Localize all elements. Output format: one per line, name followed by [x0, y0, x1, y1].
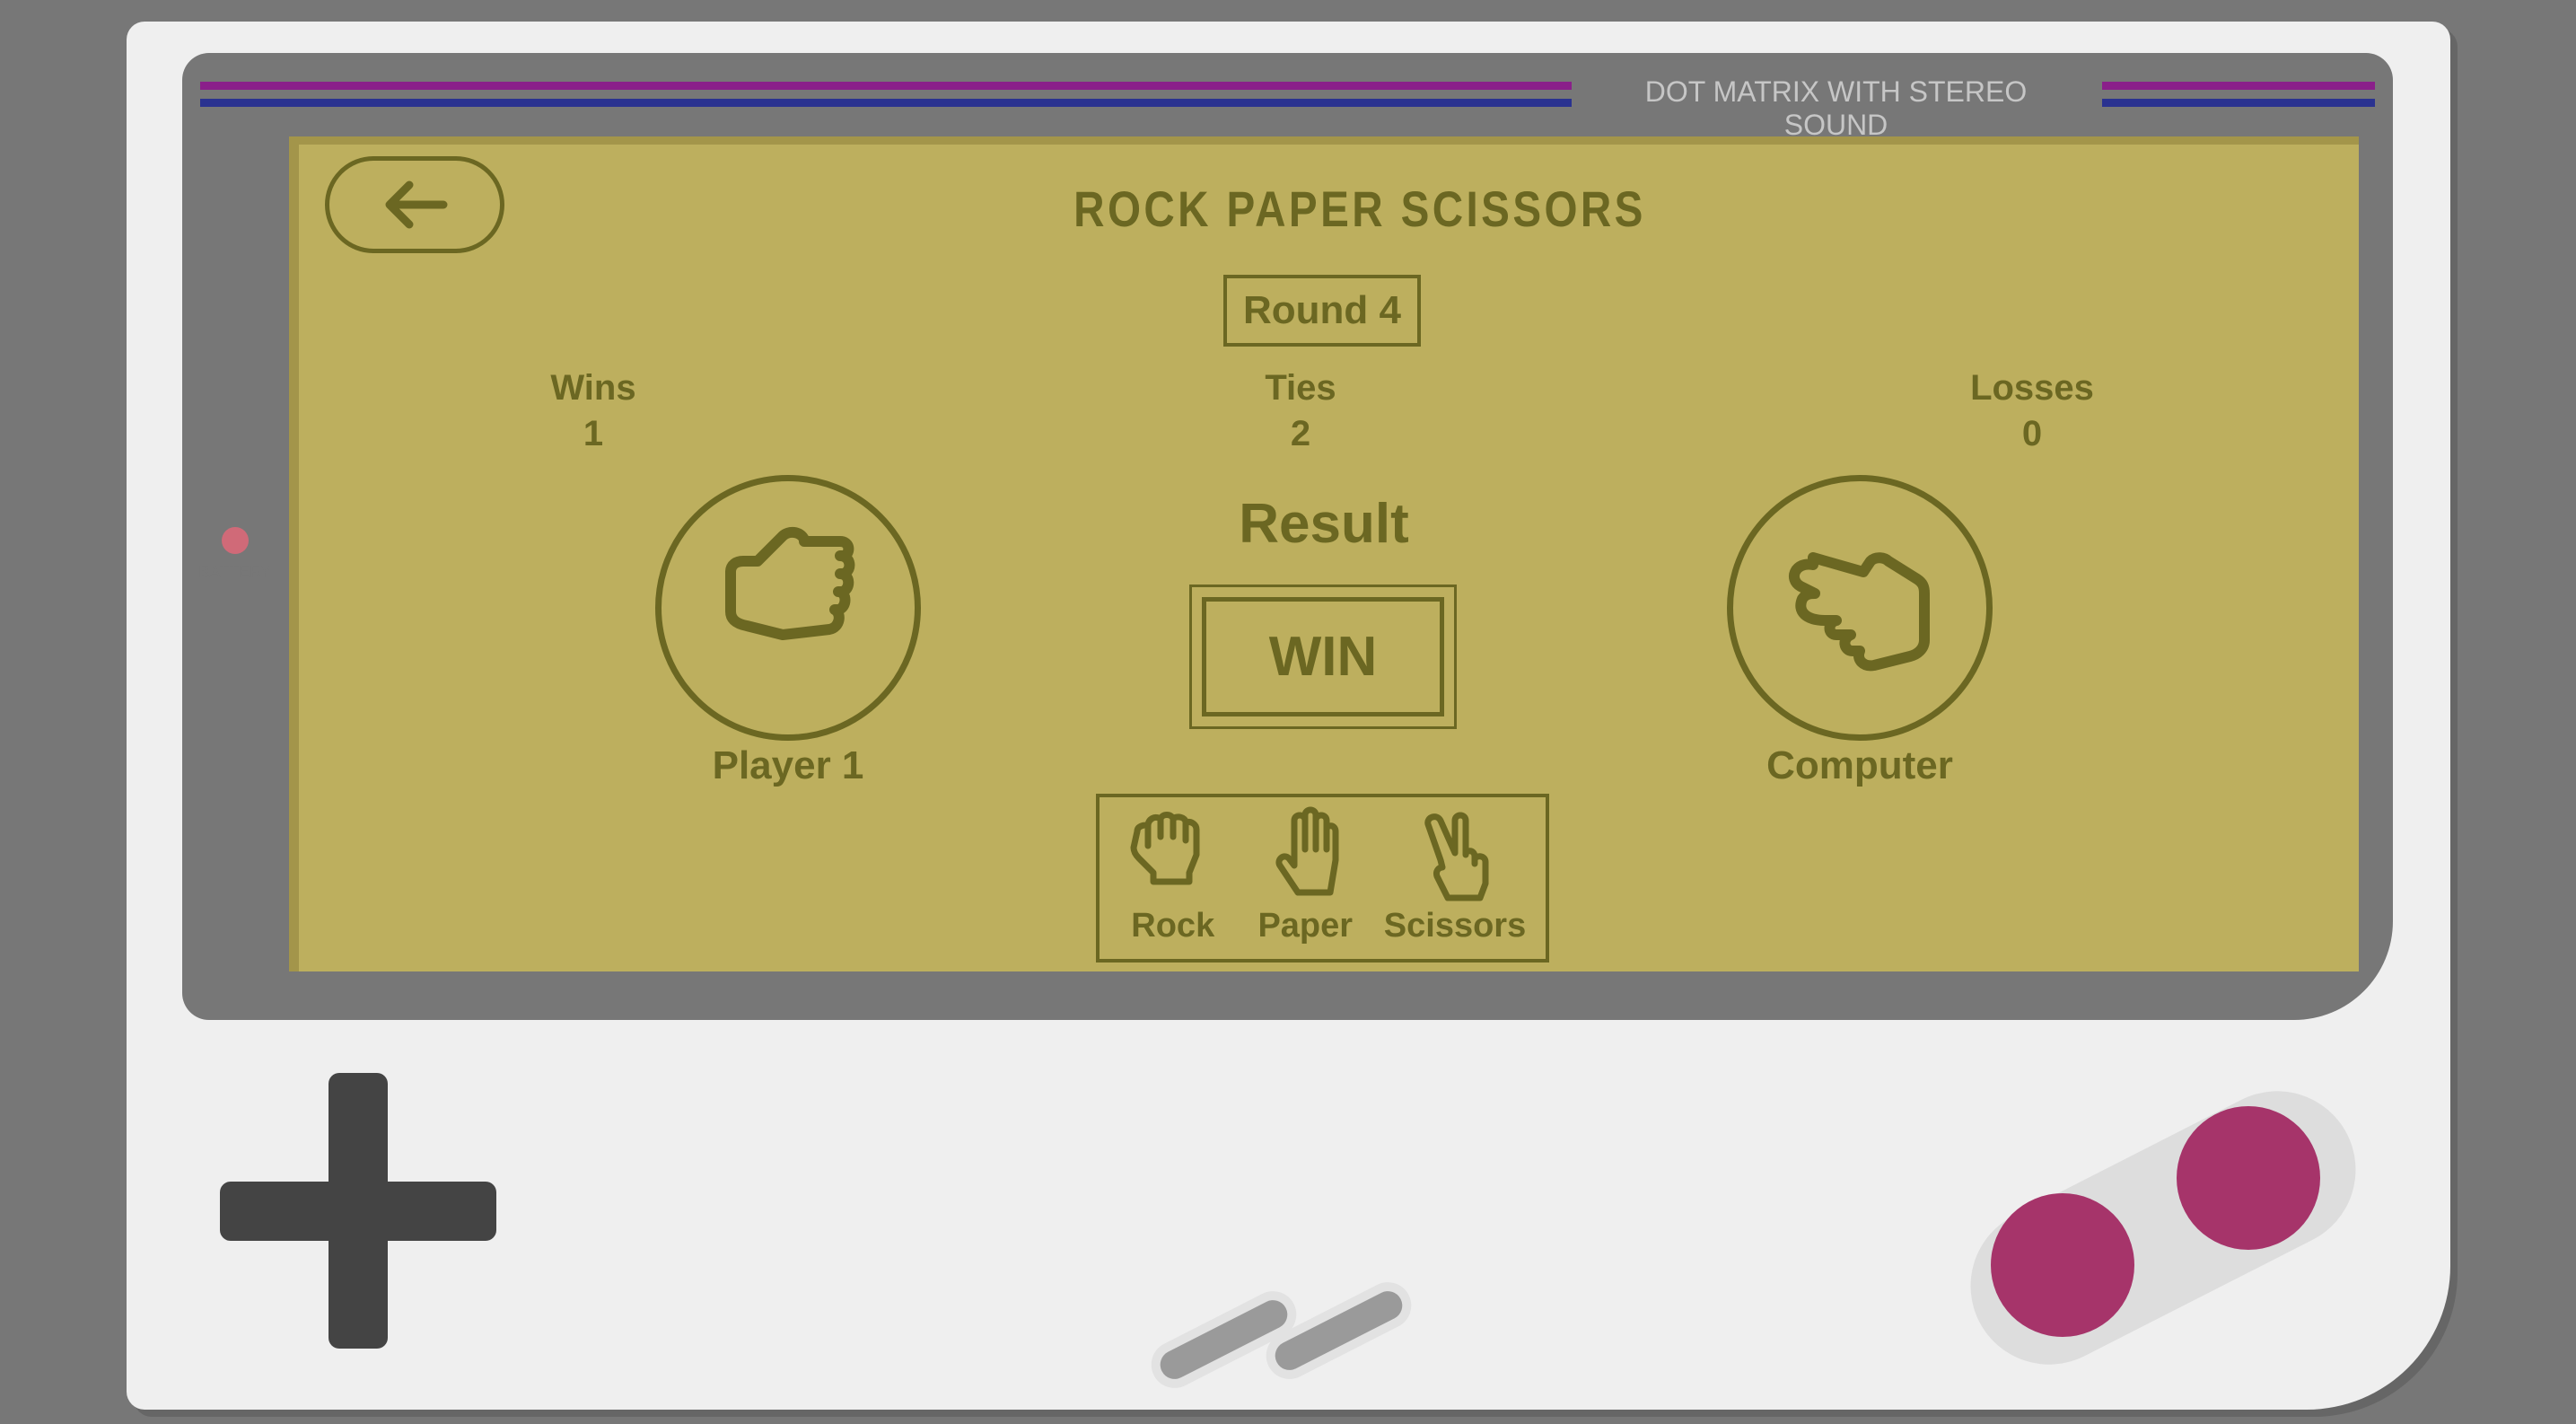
arrow-left-icon — [385, 180, 448, 229]
wins-label: Wins — [550, 368, 636, 408]
battery-led — [222, 527, 249, 554]
choice-paper-label: Paper — [1257, 907, 1354, 945]
scissors-icon — [1424, 812, 1489, 901]
player-name: Player 1 — [712, 743, 864, 787]
result-label: Result — [1239, 493, 1409, 555]
dpad-horizontal[interactable] — [220, 1182, 496, 1241]
paper-icon — [1275, 806, 1339, 896]
player-choice — [655, 475, 921, 741]
choice-rock-label: Rock — [1131, 907, 1215, 945]
page-title: ROCK PAPER SCISSORS — [1073, 180, 1646, 237]
choice-rock-button[interactable]: Rock — [1119, 806, 1227, 959]
stripe-blue-left — [200, 99, 1572, 107]
a-button[interactable] — [2177, 1106, 2320, 1250]
result-value: WIN — [1202, 597, 1444, 716]
b-button[interactable] — [1991, 1193, 2134, 1337]
ties-value: 2 — [1290, 414, 1311, 453]
choice-paper-button[interactable]: Paper — [1251, 806, 1359, 959]
choice-picker: Rock Paper Scissors — [1096, 794, 1549, 963]
back-button[interactable] — [325, 156, 504, 253]
rock-icon — [1130, 812, 1200, 885]
round-badge: Round 4 — [1223, 275, 1421, 347]
stripe-purple-right — [2102, 82, 2375, 90]
computer-choice — [1727, 475, 1993, 741]
computer-name: Computer — [1766, 743, 1953, 787]
wins-value: 1 — [583, 414, 604, 453]
battery-label: BATTERY — [198, 563, 272, 581]
result-box: WIN — [1189, 585, 1457, 729]
stripe-purple-left — [200, 82, 1572, 90]
stripe-blue-right — [2102, 99, 2375, 107]
brand-text: DOT MATRIX WITH STEREO SOUND — [1644, 75, 2028, 141]
choice-scissors-button[interactable]: Scissors — [1384, 806, 1526, 959]
losses-label: Losses — [1970, 368, 2094, 408]
choice-scissors-label: Scissors — [1383, 907, 1527, 945]
rock-icon — [725, 526, 855, 640]
losses-value: 0 — [2021, 414, 2043, 453]
scissors-icon — [1789, 552, 1930, 672]
ties-label: Ties — [1265, 368, 1336, 408]
